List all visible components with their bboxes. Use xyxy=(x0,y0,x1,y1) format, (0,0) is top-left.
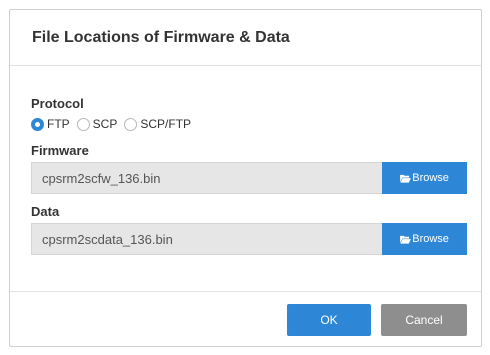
radio-unchecked-icon[interactable] xyxy=(76,117,90,131)
protocol-option-label: SCP/FTP xyxy=(140,117,192,131)
radio-checked-icon[interactable] xyxy=(31,117,44,131)
firmware-path-input[interactable] xyxy=(31,162,383,194)
protocol-option-scp[interactable]: SCP xyxy=(76,117,118,131)
protocol-option-label: FTP xyxy=(47,117,70,131)
data-path-input[interactable] xyxy=(31,223,383,255)
dialog-header: File Locations of Firmware & Data xyxy=(10,10,481,66)
protocol-radio-group: FTP SCP SCP/FTP xyxy=(31,115,467,133)
firmware-file-row: Browse xyxy=(31,162,467,194)
protocol-label: Protocol xyxy=(31,96,84,111)
firmware-browse-button[interactable]: Browse xyxy=(382,162,467,194)
data-browse-button[interactable]: Browse xyxy=(382,223,467,255)
folder-open-icon xyxy=(400,174,412,183)
folder-open-icon xyxy=(400,235,412,244)
browse-label: Browse xyxy=(412,233,449,245)
protocol-option-scp-ftp[interactable]: SCP/FTP xyxy=(124,117,191,131)
protocol-option-label: SCP xyxy=(92,117,118,131)
dialog-title: File Locations of Firmware & Data xyxy=(32,28,290,46)
dialog-body: Protocol FTP SCP SCP/FTP Firmware cpsrm2… xyxy=(10,66,481,292)
radio-unchecked-icon[interactable] xyxy=(124,117,138,131)
cancel-button[interactable]: Cancel xyxy=(381,304,467,336)
ok-button[interactable]: OK xyxy=(287,304,371,336)
browse-label: Browse xyxy=(412,172,449,184)
protocol-option-ftp[interactable]: FTP xyxy=(31,117,70,131)
data-file-row: Browse xyxy=(31,223,467,255)
file-locations-dialog: File Locations of Firmware & Data Protoc… xyxy=(9,9,482,347)
firmware-label: Firmware xyxy=(31,143,89,158)
data-label: Data xyxy=(31,204,60,219)
dialog-footer: OK Cancel xyxy=(10,292,481,348)
